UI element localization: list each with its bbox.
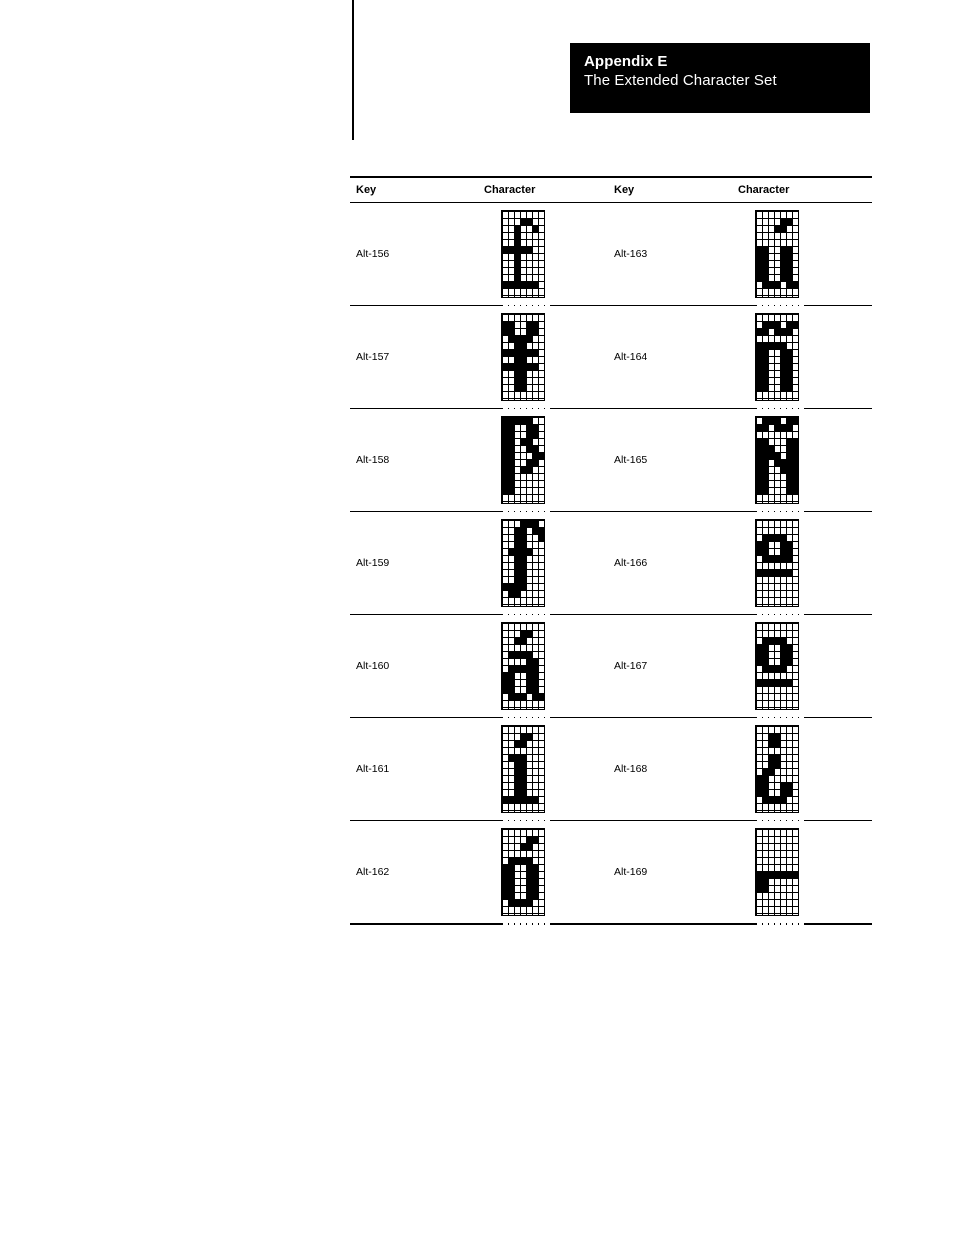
n-tilde-glyph: [755, 313, 804, 412]
column-header-character-2: Character: [738, 184, 790, 196]
key-label: Alt-163: [614, 248, 648, 260]
pound-sterling-sign-glyph: [501, 210, 550, 309]
character-cell: [484, 409, 614, 515]
key-label: Alt-165: [614, 454, 648, 466]
character-cell: [484, 821, 614, 927]
key-label: Alt-169: [614, 866, 648, 878]
u-acute-glyph: [755, 210, 804, 309]
o-acute-glyph: [501, 828, 550, 927]
table-header-row: Key Character Key Character: [350, 178, 872, 202]
table-row: Alt-159 Alt-166: [350, 512, 872, 618]
key-label: Alt-168: [614, 763, 648, 775]
character-cell: [738, 409, 872, 515]
key-label: Alt-158: [356, 454, 390, 466]
key-label: Alt-162: [356, 866, 390, 878]
capital-n-tilde-glyph: [755, 416, 804, 515]
feminine-ordinal-indicator-glyph: [755, 519, 804, 618]
character-cell: [738, 512, 872, 618]
character-cell: [484, 615, 614, 721]
table-row: Alt-160 Alt-167: [350, 615, 872, 721]
a-acute-glyph: [501, 622, 550, 721]
character-cell: [484, 306, 614, 412]
key-label: Alt-159: [356, 557, 390, 569]
inverted-question-mark-glyph: [755, 725, 804, 824]
character-cell: [484, 203, 614, 309]
key-label: Alt-160: [356, 660, 390, 672]
extended-character-set-table: Key Character Key Character Alt-156 Alt-1…: [350, 176, 872, 927]
masculine-ordinal-indicator-glyph: [755, 622, 804, 721]
key-label: Alt-157: [356, 351, 390, 363]
reversed-not-sign-glyph: [755, 828, 804, 927]
peseta-sign-glyph: [501, 416, 550, 515]
appendix-label: Appendix E: [584, 53, 668, 70]
character-cell: [738, 306, 872, 412]
character-cell: [484, 718, 614, 824]
key-label: Alt-167: [614, 660, 648, 672]
character-cell: [738, 718, 872, 824]
key-label: Alt-164: [614, 351, 648, 363]
character-cell: [738, 203, 872, 309]
florin-sign-glyph: [501, 519, 550, 618]
table-row: Alt-156 Alt-163: [350, 203, 872, 309]
table-row: Alt-157 Alt-164: [350, 306, 872, 412]
key-label: Alt-161: [356, 763, 390, 775]
key-label: Alt-156: [356, 248, 390, 260]
character-cell: [484, 512, 614, 618]
table-row: Alt-162 Alt-169: [350, 821, 872, 927]
character-cell: [738, 615, 872, 721]
column-header-key-2: Key: [614, 184, 635, 196]
appendix-subtitle: The Extended Character Set: [584, 72, 777, 89]
column-header-key-1: Key: [356, 184, 377, 196]
table-body: Alt-156 Alt-163 Alt-157 Alt-164 Alt-158 Alt-1…: [350, 203, 872, 927]
page-margin-rule: [352, 0, 354, 140]
i-acute-glyph: [501, 725, 550, 824]
table-row: Alt-158 Alt-165: [350, 409, 872, 515]
appendix-header-banner: Appendix E The Extended Character Set: [570, 43, 870, 113]
table-row: Alt-161 Alt-168: [350, 718, 872, 824]
column-header-character-1: Character: [484, 184, 536, 196]
key-label: Alt-166: [614, 557, 648, 569]
yen-sign-glyph: [501, 313, 550, 412]
character-cell: [738, 821, 872, 927]
